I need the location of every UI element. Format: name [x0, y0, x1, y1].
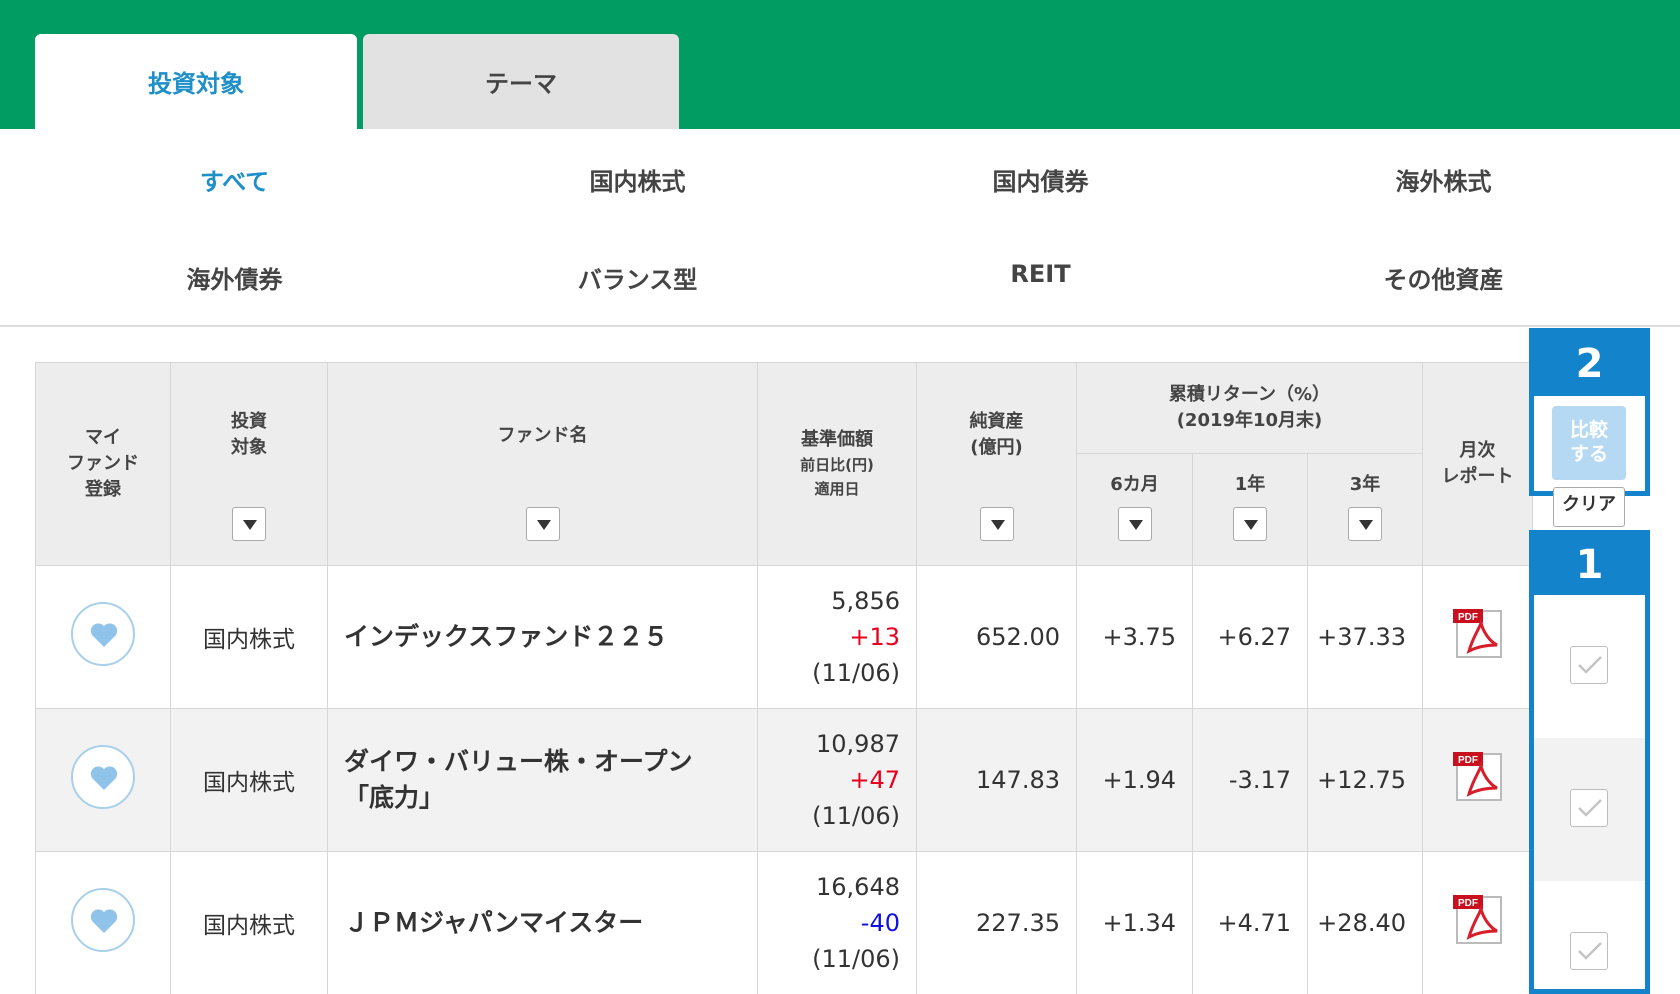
fund-return-1y: +6.27: [1192, 565, 1308, 709]
fund-price: 16,648: [816, 873, 900, 901]
header-monthly-report: 月次 レポート: [1422, 362, 1533, 566]
fund-price-date: (11/06): [812, 802, 900, 830]
compare-checkbox[interactable]: [1570, 646, 1608, 684]
fund-return-6m: +1.94: [1076, 708, 1193, 852]
header-return-6m: 6カ月: [1076, 453, 1193, 566]
header-return-3y: 3年: [1307, 453, 1423, 566]
category-filter: すべて 国内株式 国内債券 海外株式 海外債券 バランス型 REIT その他資産: [0, 129, 1680, 327]
tab-theme[interactable]: テーマ: [363, 34, 679, 129]
sort-net-assets-button[interactable]: [979, 507, 1014, 541]
step-2-label: 2: [1534, 333, 1645, 396]
my-fund-heart-button[interactable]: [71, 745, 135, 809]
sort-target-button[interactable]: [232, 507, 266, 541]
heart-icon: [90, 909, 118, 933]
tab-investment-target[interactable]: 投資対象: [35, 34, 357, 129]
svg-text:PDF: PDF: [1458, 612, 1478, 623]
my-fund-heart-button[interactable]: [71, 888, 135, 952]
fund-target: 国内株式: [170, 851, 328, 994]
compare-step-2-box: 2 比較 する: [1529, 328, 1650, 496]
fund-return-3y: +28.40: [1307, 851, 1423, 994]
step-1-label: 1: [1534, 535, 1645, 595]
sort-3y-button[interactable]: [1348, 507, 1382, 541]
category-domestic-stock[interactable]: 国内株式: [436, 162, 839, 197]
fund-name-link[interactable]: ＪＰＭジャパンマイスター: [327, 851, 758, 994]
fund-return-3y: +37.33: [1307, 565, 1423, 709]
fund-price: 5,856: [831, 587, 900, 615]
category-all[interactable]: すべて: [33, 162, 436, 197]
check-icon: [1578, 942, 1602, 960]
fund-target: 国内株式: [170, 708, 328, 852]
fund-price-date: (11/06): [812, 659, 900, 687]
header-net-assets: 純資産 (億円): [916, 362, 1077, 566]
fund-target: 国内株式: [170, 565, 328, 709]
fund-price-change: +47: [849, 766, 900, 794]
fund-return-1y: -3.17: [1192, 708, 1308, 852]
table-row: 国内株式 ダイワ・バリュー株・オープン 「底力」 10,987 +47 (11/…: [35, 708, 1533, 852]
header-return-1y: 1年: [1192, 453, 1308, 566]
fund-price-change: +13: [849, 623, 900, 651]
pdf-report-icon[interactable]: PDF: [1451, 750, 1505, 810]
compare-button[interactable]: 比較 する: [1552, 406, 1626, 480]
header-price: 基準価額 前日比(円) 適用日: [757, 362, 917, 566]
compare-checkbox[interactable]: [1570, 789, 1608, 827]
sort-6m-button[interactable]: [1117, 507, 1152, 541]
sort-fund-name-button[interactable]: [525, 507, 560, 541]
category-foreign-bond[interactable]: 海外債券: [33, 260, 436, 295]
fund-name-link[interactable]: ダイワ・バリュー株・オープン 「底力」: [327, 708, 758, 852]
category-other-assets[interactable]: その他資産: [1242, 260, 1645, 295]
fund-net-assets: 652.00: [916, 565, 1077, 709]
compare-row: [1534, 881, 1645, 994]
fund-net-assets: 147.83: [916, 708, 1077, 852]
fund-return-6m: +1.34: [1076, 851, 1193, 994]
pdf-report-icon[interactable]: PDF: [1451, 893, 1505, 953]
compare-checkbox[interactable]: [1570, 932, 1608, 970]
pdf-report-icon[interactable]: PDF: [1451, 607, 1505, 667]
my-fund-heart-button[interactable]: [71, 602, 135, 666]
category-foreign-stock[interactable]: 海外株式: [1242, 162, 1645, 197]
fund-return-6m: +3.75: [1076, 565, 1193, 709]
fund-price-change: -40: [860, 909, 900, 937]
compare-row: [1534, 738, 1645, 881]
header-target: 投資 対象: [170, 362, 328, 566]
fund-return-1y: +4.71: [1192, 851, 1308, 994]
header-my-fund: マイ ファンド 登録: [35, 362, 171, 566]
fund-return-3y: +12.75: [1307, 708, 1423, 852]
svg-text:PDF: PDF: [1458, 898, 1478, 909]
fund-price: 10,987: [816, 730, 900, 758]
clear-button[interactable]: クリア: [1553, 487, 1625, 527]
header-fund-name: ファンド名: [327, 362, 758, 566]
compare-step-1-box: 1: [1529, 530, 1650, 994]
top-tab-bar: 投資対象 テーマ: [0, 0, 1680, 129]
sort-1y-button[interactable]: [1233, 507, 1267, 541]
heart-icon: [90, 623, 118, 647]
category-reit[interactable]: REIT: [839, 260, 1242, 288]
category-balanced[interactable]: バランス型: [436, 260, 839, 295]
heart-icon: [90, 766, 118, 790]
table-row: 国内株式 ＪＰＭジャパンマイスター 16,648 -40 (11/06) 227…: [35, 851, 1533, 994]
svg-text:PDF: PDF: [1458, 755, 1478, 766]
check-icon: [1578, 799, 1602, 817]
compare-row: [1534, 595, 1645, 738]
fund-table: マイ ファンド 登録 投資 対象 ファンド名 基準価額 前日比(円) 適用日 純…: [35, 362, 1533, 994]
category-domestic-bond[interactable]: 国内債券: [839, 162, 1242, 197]
fund-price-date: (11/06): [812, 945, 900, 973]
check-icon: [1578, 656, 1602, 674]
header-cumulative-return: 累積リターン（%） (2019年10月末): [1076, 362, 1423, 454]
fund-name-link[interactable]: インデックスファンド２２５: [327, 565, 758, 709]
fund-net-assets: 227.35: [916, 851, 1077, 994]
table-row: 国内株式 インデックスファンド２２５ 5,856 +13 (11/06) 652…: [35, 565, 1533, 709]
